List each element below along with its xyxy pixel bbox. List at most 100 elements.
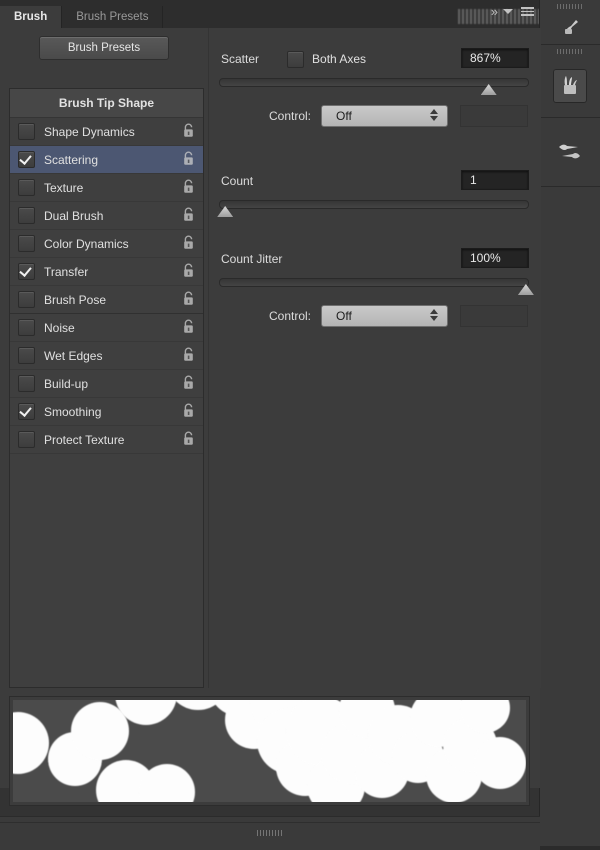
dock-grip-icon[interactable] bbox=[557, 4, 583, 9]
brush-dab bbox=[13, 711, 50, 774]
brush-option-row[interactable]: Build-up bbox=[10, 370, 203, 398]
tab-brush-presets[interactable]: Brush Presets bbox=[62, 6, 164, 28]
scatter-control-value: Off bbox=[336, 109, 352, 123]
brushes-panel-icon[interactable] bbox=[553, 69, 587, 103]
brush-option-checkbox[interactable] bbox=[18, 375, 35, 392]
chevron-updown-icon[interactable] bbox=[430, 109, 439, 121]
lock-icon[interactable] bbox=[182, 235, 195, 253]
both-axes-checkbox-wrap[interactable]: Both Axes bbox=[287, 50, 367, 68]
brush-option-checkbox[interactable] bbox=[18, 207, 35, 224]
brush-option-label: Dual Brush bbox=[44, 208, 104, 223]
scatter-control-select[interactable]: Off bbox=[321, 105, 449, 127]
panel-status-bar bbox=[0, 822, 540, 844]
brush-presets-button[interactable]: Brush Presets bbox=[39, 36, 169, 60]
brush-option-label: Scattering bbox=[44, 152, 99, 167]
brush-option-label: Noise bbox=[44, 320, 75, 335]
brush-option-label: Protect Texture bbox=[44, 432, 125, 447]
brush-option-row[interactable]: Dual Brush bbox=[10, 202, 203, 230]
count-jitter-control-group: Count Jitter 100% Control: Off bbox=[209, 246, 541, 328]
lock-icon[interactable] bbox=[182, 375, 195, 393]
brush-presets-panel-icon[interactable] bbox=[553, 135, 587, 169]
lock-icon[interactable] bbox=[182, 347, 195, 365]
collapse-panel-icon[interactable]: » bbox=[491, 5, 498, 18]
brush-option-label: Build-up bbox=[44, 376, 89, 391]
brush-option-checkbox[interactable] bbox=[18, 263, 35, 280]
brush-option-row[interactable]: Wet Edges bbox=[10, 342, 203, 370]
lock-icon[interactable] bbox=[182, 123, 195, 141]
brush-option-row[interactable]: Protect Texture bbox=[10, 426, 203, 454]
lock-icon[interactable] bbox=[182, 403, 195, 421]
resize-grip-icon[interactable] bbox=[257, 830, 283, 836]
brush-option-checkbox[interactable] bbox=[18, 235, 35, 252]
panel-header: Brush Brush Presets » bbox=[0, 0, 544, 28]
panel-menu-icon[interactable] bbox=[521, 7, 534, 16]
panel-tab-bar: Brush Brush Presets bbox=[0, 6, 164, 28]
scatter-control-extra-field[interactable] bbox=[460, 105, 529, 127]
brush-option-row[interactable]: Shape Dynamics bbox=[10, 118, 203, 146]
count-jitter-control-value: Off bbox=[336, 309, 352, 323]
lock-icon[interactable] bbox=[182, 207, 195, 225]
dock-cell-top bbox=[540, 0, 600, 45]
brush-dab bbox=[474, 737, 526, 790]
photoshop-brush-panel: Brush Brush Presets » Brush Presets Brus… bbox=[0, 0, 600, 850]
count-jitter-slider-track[interactable] bbox=[219, 278, 529, 287]
panel-menu-triangle-icon[interactable] bbox=[503, 9, 513, 14]
count-value-input[interactable]: 1 bbox=[461, 170, 529, 190]
panel-header-icons: » bbox=[491, 5, 534, 18]
count-jitter-control-label: Control: bbox=[269, 309, 312, 323]
brush-option-row[interactable]: Scattering bbox=[10, 146, 203, 174]
brush-option-checkbox[interactable] bbox=[18, 319, 35, 336]
count-slider-track[interactable] bbox=[219, 200, 529, 209]
brush-option-row[interactable]: Brush Pose bbox=[10, 286, 203, 314]
brush-option-label: Brush Pose bbox=[44, 292, 107, 307]
count-jitter-control-select[interactable]: Off bbox=[321, 305, 449, 327]
lock-icon[interactable] bbox=[182, 431, 195, 449]
scatter-control-row: Control: Off bbox=[209, 104, 541, 128]
scatter-value-input[interactable]: 867% bbox=[461, 48, 529, 68]
brush-option-checkbox[interactable] bbox=[18, 179, 35, 196]
brush-option-row[interactable]: Color Dynamics bbox=[10, 230, 203, 258]
brush-stroke-preview-frame bbox=[9, 696, 530, 806]
brush-option-checkbox[interactable] bbox=[18, 291, 35, 308]
brush-option-label: Smoothing bbox=[44, 404, 102, 419]
lock-icon[interactable] bbox=[182, 319, 195, 337]
dock-grip-icon-2[interactable] bbox=[557, 49, 583, 54]
count-jitter-control-extra-field[interactable] bbox=[460, 305, 529, 327]
scatter-control-label: Control: bbox=[269, 109, 312, 123]
lock-icon[interactable] bbox=[182, 291, 195, 309]
count-jitter-value-input[interactable]: 100% bbox=[461, 248, 529, 268]
both-axes-checkbox[interactable] bbox=[287, 50, 305, 68]
chevron-updown-icon-2[interactable] bbox=[430, 309, 439, 321]
brush-option-checkbox[interactable] bbox=[18, 347, 35, 364]
count-jitter-control-row: Control: Off bbox=[209, 304, 541, 328]
brush-option-label: Wet Edges bbox=[44, 348, 103, 363]
panel-body: Brush Presets Brush Tip Shape Shape Dyna… bbox=[0, 28, 541, 850]
dock-cell-brushes bbox=[540, 45, 600, 118]
lock-icon[interactable] bbox=[182, 151, 195, 169]
brush-option-row[interactable]: Noise bbox=[10, 314, 203, 342]
brush-tip-shape-header[interactable]: Brush Tip Shape bbox=[10, 89, 203, 118]
brush-option-checkbox[interactable] bbox=[18, 403, 35, 420]
brush-option-row[interactable]: Texture bbox=[10, 174, 203, 202]
both-axes-label: Both Axes bbox=[312, 52, 367, 66]
brush-option-row[interactable]: Smoothing bbox=[10, 398, 203, 426]
dock-empty-area bbox=[540, 187, 600, 846]
tab-brush[interactable]: Brush bbox=[0, 6, 63, 28]
dock-cell-presets bbox=[540, 118, 600, 187]
brush-options-rows: Shape Dynamics Scattering Texture Dual Brus… bbox=[10, 118, 203, 454]
scatter-slider-track[interactable] bbox=[219, 78, 529, 87]
lock-icon[interactable] bbox=[182, 263, 195, 281]
scatter-slider[interactable] bbox=[219, 78, 529, 95]
brush-option-checkbox[interactable] bbox=[18, 151, 35, 168]
count-header-row: Count 1 bbox=[209, 168, 541, 194]
brush-option-label: Shape Dynamics bbox=[44, 124, 135, 139]
brush-option-checkbox[interactable] bbox=[18, 431, 35, 448]
brush-tool-icon[interactable] bbox=[553, 9, 587, 43]
brush-option-row[interactable]: Transfer bbox=[10, 258, 203, 286]
brush-option-checkbox[interactable] bbox=[18, 123, 35, 140]
lock-icon[interactable] bbox=[182, 179, 195, 197]
brush-option-label: Texture bbox=[44, 180, 84, 195]
scattering-settings-pane: Scatter Both Axes 867% Control: Off Coun… bbox=[208, 28, 541, 688]
count-jitter-slider[interactable] bbox=[219, 278, 534, 295]
count-slider[interactable] bbox=[217, 200, 529, 217]
